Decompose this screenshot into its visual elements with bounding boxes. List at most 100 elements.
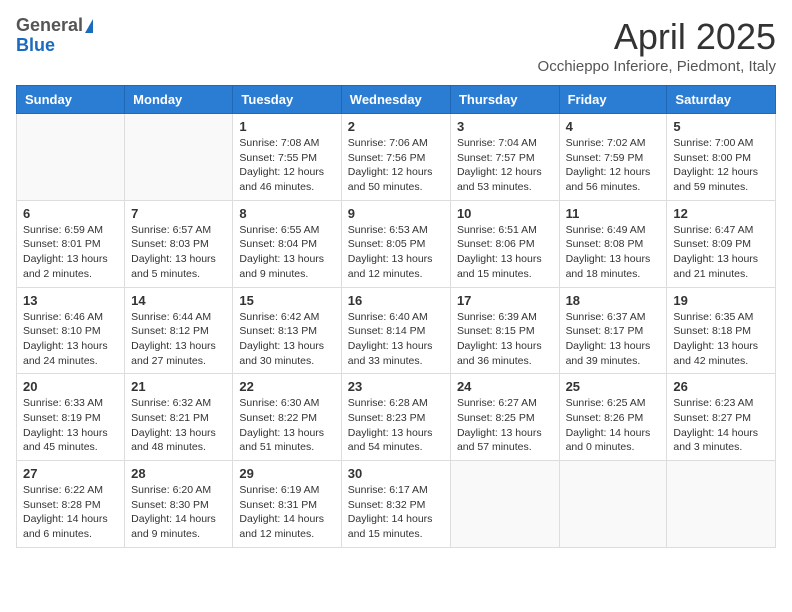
calendar-cell: 13 Sunrise: 6:46 AMSunset: 8:10 PMDayligh… [17, 287, 125, 374]
day-number: 13 [23, 293, 118, 308]
calendar-cell [667, 461, 776, 548]
day-number: 3 [457, 119, 553, 134]
day-number: 2 [348, 119, 444, 134]
calendar-cell: 8Sunrise: 6:55 AMSunset: 8:04 PMDaylight… [233, 200, 341, 287]
calendar-cell: 11Sunrise: 6:49 AMSunset: 8:08 PMDayligh… [559, 200, 667, 287]
calendar-table: SundayMondayTuesdayWednesdayThursdayFrid… [16, 85, 776, 548]
calendar-cell: 7Sunrise: 6:57 AMSunset: 8:03 PMDaylight… [125, 200, 233, 287]
calendar-cell: 18 Sunrise: 6:37 AMSunset: 8:17 PMDayligh… [559, 287, 667, 374]
day-info: Sunrise: 6:23 AMSunset: 8:27 PMDaylight:… [673, 396, 769, 455]
day-info: Sunrise: 6:25 AMSunset: 8:26 PMDaylight:… [566, 396, 661, 455]
day-info: Sunrise: 6:53 AMSunset: 8:05 PMDaylight:… [348, 223, 444, 282]
calendar-cell [559, 461, 667, 548]
calendar-cell: 1Sunrise: 7:08 AMSunset: 7:55 PMDaylight… [233, 114, 341, 201]
day-number: 18 [566, 293, 661, 308]
day-number: 19 [673, 293, 769, 308]
day-number: 23 [348, 379, 444, 394]
calendar-cell: 2 Sunrise: 7:06 AMSunset: 7:56 PMDaylight… [341, 114, 450, 201]
weekday-header: Thursday [450, 86, 559, 114]
calendar-cell: 6 Sunrise: 6:59 AMSunset: 8:01 PMDaylight… [17, 200, 125, 287]
calendar-cell [125, 114, 233, 201]
day-info: Sunrise: 6:39 AMSunset: 8:15 PMDaylight:… [457, 310, 553, 369]
calendar-cell: 10Sunrise: 6:51 AMSunset: 8:06 PMDayligh… [450, 200, 559, 287]
logo-blue-text: Blue [16, 36, 93, 56]
day-info: Sunrise: 7:04 AMSunset: 7:57 PMDaylight:… [457, 136, 553, 195]
day-info: Sunrise: 6:35 AMSunset: 8:18 PMDaylight:… [673, 310, 769, 369]
title-area: April 2025 Occhieppo Inferiore, Piedmont… [538, 16, 776, 75]
day-info: Sunrise: 6:40 AMSunset: 8:14 PMDaylight:… [348, 310, 444, 369]
calendar-cell: 30 Sunrise: 6:17 AMSunset: 8:32 PMDayligh… [341, 461, 450, 548]
calendar-week-row: 1Sunrise: 7:08 AMSunset: 7:55 PMDaylight… [17, 114, 776, 201]
calendar-cell: 20Sunrise: 6:33 AMSunset: 8:19 PMDayligh… [17, 374, 125, 461]
calendar-cell: 24 Sunrise: 6:27 AMSunset: 8:25 PMDayligh… [450, 374, 559, 461]
calendar-cell: 28 Sunrise: 6:20 AMSunset: 8:30 PMDayligh… [125, 461, 233, 548]
day-number: 12 [673, 206, 769, 221]
day-info: Sunrise: 6:37 AMSunset: 8:17 PMDaylight:… [566, 310, 661, 369]
weekday-header: Sunday [17, 86, 125, 114]
day-info: Sunrise: 6:55 AMSunset: 8:04 PMDaylight:… [239, 223, 334, 282]
day-info: Sunrise: 6:22 AMSunset: 8:28 PMDaylight:… [23, 483, 118, 542]
day-number: 5 [673, 119, 769, 134]
day-info: Sunrise: 7:06 AMSunset: 7:56 PMDaylight:… [348, 136, 444, 195]
day-info: Sunrise: 6:17 AMSunset: 8:32 PMDaylight:… [348, 483, 444, 542]
day-number: 9 [348, 206, 444, 221]
calendar-cell: 26 Sunrise: 6:23 AMSunset: 8:27 PMDayligh… [667, 374, 776, 461]
calendar-cell: 17Sunrise: 6:39 AMSunset: 8:15 PMDayligh… [450, 287, 559, 374]
day-info: Sunrise: 6:59 AMSunset: 8:01 PMDaylight:… [23, 223, 118, 282]
calendar-cell: 22Sunrise: 6:30 AMSunset: 8:22 PMDayligh… [233, 374, 341, 461]
day-info: Sunrise: 6:20 AMSunset: 8:30 PMDaylight:… [131, 483, 226, 542]
calendar-cell: 5 Sunrise: 7:00 AMSunset: 8:00 PMDaylight… [667, 114, 776, 201]
calendar-cell: 29Sunrise: 6:19 AMSunset: 8:31 PMDayligh… [233, 461, 341, 548]
calendar-cell: 3 Sunrise: 7:04 AMSunset: 7:57 PMDaylight… [450, 114, 559, 201]
day-number: 28 [131, 466, 226, 481]
weekday-header: Wednesday [341, 86, 450, 114]
logo-icon [85, 19, 93, 33]
calendar-cell: 27 Sunrise: 6:22 AMSunset: 8:28 PMDayligh… [17, 461, 125, 548]
calendar-cell: 21Sunrise: 6:32 AMSunset: 8:21 PMDayligh… [125, 374, 233, 461]
day-number: 16 [348, 293, 444, 308]
day-number: 20 [23, 379, 118, 394]
day-info: Sunrise: 6:28 AMSunset: 8:23 PMDaylight:… [348, 396, 444, 455]
day-number: 22 [239, 379, 334, 394]
day-info: Sunrise: 6:27 AMSunset: 8:25 PMDaylight:… [457, 396, 553, 455]
calendar-cell: 4 Sunrise: 7:02 AMSunset: 7:59 PMDaylight… [559, 114, 667, 201]
weekday-header: Friday [559, 86, 667, 114]
day-info: Sunrise: 7:08 AMSunset: 7:55 PMDaylight:… [239, 136, 334, 195]
calendar-cell: 16 Sunrise: 6:40 AMSunset: 8:14 PMDayligh… [341, 287, 450, 374]
calendar-week-row: 6 Sunrise: 6:59 AMSunset: 8:01 PMDaylight… [17, 200, 776, 287]
location-title: Occhieppo Inferiore, Piedmont, Italy [538, 58, 776, 75]
day-number: 14 [131, 293, 226, 308]
day-number: 26 [673, 379, 769, 394]
day-number: 27 [23, 466, 118, 481]
day-info: Sunrise: 6:57 AMSunset: 8:03 PMDaylight:… [131, 223, 226, 282]
calendar-cell: 25 Sunrise: 6:25 AMSunset: 8:26 PMDayligh… [559, 374, 667, 461]
calendar-week-row: 13 Sunrise: 6:46 AMSunset: 8:10 PMDayligh… [17, 287, 776, 374]
day-info: Sunrise: 6:46 AMSunset: 8:10 PMDaylight:… [23, 310, 118, 369]
calendar-cell: 9 Sunrise: 6:53 AMSunset: 8:05 PMDaylight… [341, 200, 450, 287]
day-info: Sunrise: 6:44 AMSunset: 8:12 PMDaylight:… [131, 310, 226, 369]
day-number: 30 [348, 466, 444, 481]
calendar-cell [17, 114, 125, 201]
day-info: Sunrise: 6:19 AMSunset: 8:31 PMDaylight:… [239, 483, 334, 542]
day-number: 24 [457, 379, 553, 394]
day-number: 10 [457, 206, 553, 221]
day-info: Sunrise: 6:47 AMSunset: 8:09 PMDaylight:… [673, 223, 769, 282]
page-header: General Blue April 2025 Occhieppo Inferi… [16, 16, 776, 75]
day-number: 25 [566, 379, 661, 394]
calendar-cell: 23 Sunrise: 6:28 AMSunset: 8:23 PMDayligh… [341, 374, 450, 461]
weekday-header: Saturday [667, 86, 776, 114]
calendar-cell: 15Sunrise: 6:42 AMSunset: 8:13 PMDayligh… [233, 287, 341, 374]
day-number: 6 [23, 206, 118, 221]
day-number: 15 [239, 293, 334, 308]
month-title: April 2025 [538, 16, 776, 58]
day-info: Sunrise: 6:32 AMSunset: 8:21 PMDaylight:… [131, 396, 226, 455]
calendar-cell [450, 461, 559, 548]
day-info: Sunrise: 7:02 AMSunset: 7:59 PMDaylight:… [566, 136, 661, 195]
logo: General Blue [16, 16, 93, 56]
calendar-cell: 12 Sunrise: 6:47 AMSunset: 8:09 PMDayligh… [667, 200, 776, 287]
weekday-header: Tuesday [233, 86, 341, 114]
calendar-week-row: 20Sunrise: 6:33 AMSunset: 8:19 PMDayligh… [17, 374, 776, 461]
day-number: 4 [566, 119, 661, 134]
calendar-cell: 19 Sunrise: 6:35 AMSunset: 8:18 PMDayligh… [667, 287, 776, 374]
day-info: Sunrise: 7:00 AMSunset: 8:00 PMDaylight:… [673, 136, 769, 195]
